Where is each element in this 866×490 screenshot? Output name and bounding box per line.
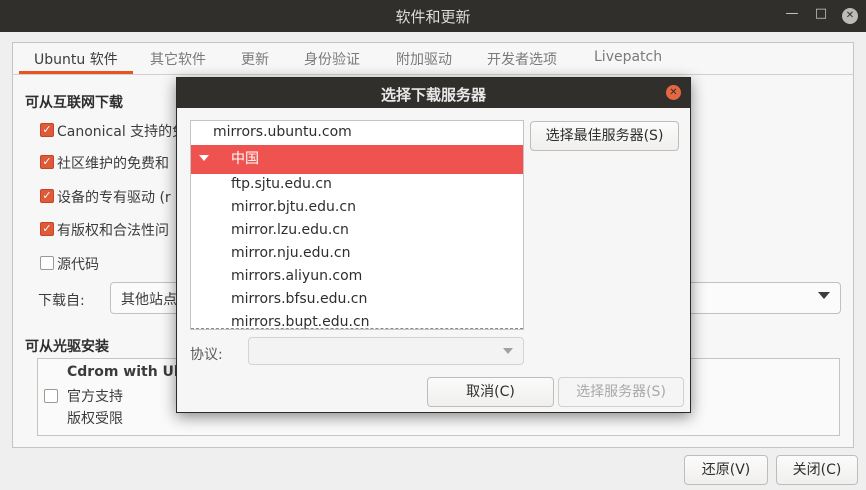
dialog-title: 选择下载服务器: [380, 86, 486, 104]
protocol-combo[interactable]: [248, 337, 524, 365]
option-checkbox[interactable]: ✓: [40, 189, 54, 203]
option-label: 设备的专有驱动 (r: [57, 190, 171, 206]
cdrom-line2: 版权受限: [67, 411, 123, 427]
server-item-main[interactable]: mirrors.ubuntu.com: [191, 124, 523, 147]
close-button[interactable]: 关闭(C): [776, 455, 858, 485]
server-item[interactable]: ftp.sjtu.edu.cn: [191, 176, 523, 199]
chevron-down-icon: [818, 292, 830, 299]
revert-button[interactable]: 还原(V): [684, 455, 768, 485]
server-item[interactable]: mirrors.aliyun.com: [191, 268, 523, 291]
download-from-label: 下载自:: [38, 293, 85, 309]
source-code-label: 源代码: [57, 257, 99, 273]
window-titlebar: 软件和更新 — □ ✕: [0, 0, 866, 32]
cdrom-checkbox[interactable]: [44, 389, 58, 403]
download-server-value: 其他站点: [121, 292, 177, 308]
tab-developer-options[interactable]: 开发者选项: [487, 49, 557, 69]
scroll-edge-indicator: [191, 328, 523, 329]
tab-updates[interactable]: 更新: [241, 49, 269, 69]
minimize-icon[interactable]: —: [782, 6, 802, 21]
option-checkbox[interactable]: ✓: [40, 155, 54, 169]
protocol-label: 协议:: [190, 347, 223, 363]
server-item[interactable]: mirror.bjtu.edu.cn: [191, 199, 523, 222]
expander-down-icon[interactable]: [199, 155, 209, 161]
dialog-close-icon[interactable]: ✕: [666, 85, 681, 100]
cdrom-line1: 官方支持: [67, 389, 123, 405]
option-label: Canonical 支持的免: [57, 124, 187, 140]
option-label: 有版权和合法性问: [57, 223, 169, 239]
window-title: 软件和更新: [395, 8, 471, 26]
maximize-icon[interactable]: □: [811, 6, 831, 21]
server-item[interactable]: mirrors.bfsu.edu.cn: [191, 291, 523, 314]
tab-authentication[interactable]: 身份验证: [304, 49, 360, 69]
server-tree[interactable]: mirrors.ubuntu.com 中国 ftp.sjtu.edu.cn mi…: [190, 120, 524, 330]
source-code-checkbox[interactable]: [40, 256, 54, 270]
option-checkbox[interactable]: ✓: [40, 222, 54, 236]
active-tab-indicator: [19, 71, 133, 74]
cdrom-title: Cdrom with Ubu: [67, 364, 194, 380]
tab-bar: Ubuntu 软件 其它软件 更新 身份验证 附加驱动 开发者选项 Livepa…: [12, 42, 854, 75]
cdrom-section-heading: 可从光驱安装: [25, 339, 109, 355]
dialog-titlebar: 选择下载服务器 ✕: [177, 78, 690, 108]
internet-section-heading: 可从互联网下载: [25, 95, 123, 111]
server-item[interactable]: mirror.nju.edu.cn: [191, 245, 523, 268]
tab-other-software[interactable]: 其它软件: [150, 49, 206, 69]
choose-server-button[interactable]: 选择服务器(S): [558, 377, 684, 407]
server-item[interactable]: mirror.lzu.edu.cn: [191, 222, 523, 245]
select-best-server-button[interactable]: 选择最佳服务器(S): [530, 121, 679, 151]
tab-additional-drivers[interactable]: 附加驱动: [396, 49, 452, 69]
tab-livepatch[interactable]: Livepatch: [594, 49, 662, 65]
option-label: 社区维护的免费和: [57, 156, 169, 172]
cancel-button[interactable]: 取消(C): [427, 377, 554, 407]
tab-ubuntu-software[interactable]: Ubuntu 软件: [34, 49, 118, 69]
chevron-down-icon: [503, 348, 513, 354]
select-server-dialog: 选择下载服务器 ✕ mirrors.ubuntu.com 中国 ftp.sjtu…: [176, 77, 691, 413]
country-label: 中国: [231, 151, 259, 167]
window-close-icon[interactable]: ✕: [842, 8, 858, 24]
option-checkbox[interactable]: ✓: [40, 123, 54, 137]
server-item-country[interactable]: 中国: [191, 145, 523, 174]
